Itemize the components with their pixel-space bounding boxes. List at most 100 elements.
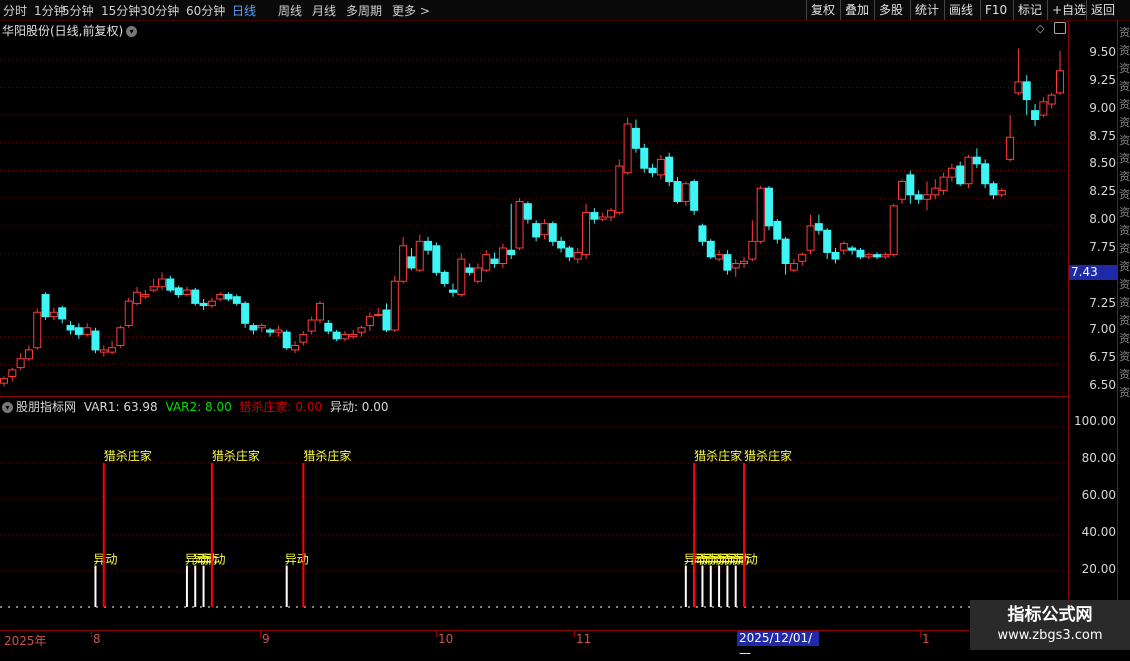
candle-body (415, 240, 424, 271)
side-strip-char: 资 (1119, 206, 1130, 219)
side-strip-char: 资 (1119, 98, 1130, 111)
candle-body (291, 344, 300, 351)
candle-body (133, 291, 142, 304)
candle-body (49, 311, 58, 318)
candle-body (681, 183, 690, 202)
candle-body (623, 123, 632, 174)
candle-body (964, 156, 973, 185)
move-signal-value: 异动: 0.00 (329, 400, 389, 414)
price-tick: 7.00 (1089, 322, 1116, 336)
candle-body (382, 309, 391, 331)
tab-5min[interactable]: 5分钟 (62, 2, 94, 19)
candle-body (898, 181, 907, 200)
candle-body (540, 223, 549, 236)
tab-15min[interactable]: 15分钟 (101, 2, 140, 19)
candle-body (224, 294, 233, 300)
candle-body (482, 254, 491, 271)
watermark-url: www.zbgs3.com (997, 628, 1103, 643)
side-strip-char: 资 (1119, 62, 1130, 75)
candle-body (548, 223, 557, 242)
tab-intraday[interactable]: 分时 (3, 2, 27, 19)
statistics-button[interactable]: 统计 (910, 0, 943, 20)
indicator-chart[interactable]: 异动 异动异动异动 异动 异动异动异动异动异动异动异动猎杀庄家 猎杀庄家 猎杀庄家 猎杀庄家… (0, 397, 1068, 630)
tab-30min[interactable]: 30分钟 (140, 2, 179, 19)
candle-body (740, 260, 749, 265)
candle-body (823, 229, 832, 253)
back-button[interactable]: 返回 (1086, 0, 1119, 20)
candle-body (939, 176, 948, 191)
indicator-tick: 80.00 (1081, 451, 1116, 465)
candle-body (507, 249, 516, 256)
candle-body (889, 205, 898, 256)
candle-body (108, 347, 117, 353)
candle-body (157, 278, 166, 288)
candle-body (922, 194, 931, 200)
candle-body (91, 330, 100, 351)
side-strip-char: 资 (1119, 170, 1130, 183)
candle-body (1056, 70, 1064, 94)
candle-body (282, 331, 291, 349)
candle-body (781, 238, 790, 265)
chevron-down-icon[interactable]: ▾ (2, 402, 13, 413)
candle-body (914, 194, 923, 200)
candlestick-chart[interactable] (0, 20, 1068, 396)
candle-body (241, 302, 250, 324)
candle-body (58, 307, 67, 320)
tab-more[interactable]: 更多 > (392, 2, 430, 19)
candle-body (166, 278, 175, 291)
candle-body (848, 247, 857, 251)
tab-1min[interactable]: 1分钟 (34, 2, 66, 19)
tab-weekly[interactable]: 周线 (278, 2, 302, 19)
candle-body (473, 267, 482, 282)
candle-body (640, 147, 649, 169)
move-signal-label: 异动 (285, 553, 309, 567)
diamond-icon[interactable]: ◇ (1036, 22, 1044, 35)
price-tick: 8.75 (1089, 129, 1116, 143)
side-strip-char: 资 (1119, 242, 1130, 255)
price-tick: 9.50 (1089, 45, 1116, 59)
candle-body (1014, 81, 1023, 94)
candle-body (648, 167, 657, 174)
adjust-button[interactable]: 复权 (806, 0, 839, 20)
mark-button[interactable]: 标记 (1013, 0, 1046, 20)
candle-body (947, 167, 956, 178)
candle-body (399, 245, 408, 282)
candle-body (199, 302, 208, 307)
overlay-button[interactable]: 叠加 (840, 0, 873, 20)
candle-body (274, 329, 283, 333)
candle-body (266, 329, 275, 333)
kill-signal-label: 猎杀庄家 (744, 448, 792, 463)
watermark: 指标公式网 www.zbgs3.com (970, 600, 1130, 650)
candle-body (315, 302, 324, 321)
tab-multi-period[interactable]: 多周期 (346, 2, 382, 19)
multi-stock-button[interactable]: 多股 (874, 0, 907, 20)
side-strip-char: 资 (1119, 116, 1130, 129)
candle-body (465, 267, 474, 273)
candle-body (615, 165, 624, 214)
draw-line-button[interactable]: 画线 (944, 0, 977, 20)
price-tick: 8.25 (1089, 184, 1116, 198)
candle-body (656, 158, 665, 176)
tab-daily[interactable]: 日线 (232, 2, 256, 19)
current-price-tag: 7.43 (1069, 265, 1117, 280)
date-label: 2025年 (4, 634, 47, 648)
chevron-down-icon[interactable]: ▾ (126, 26, 138, 37)
tab-60min[interactable]: 60分钟 (186, 2, 225, 19)
candle-body (665, 156, 674, 183)
indicator-tick: 100.00 (1074, 414, 1116, 428)
candle-body (332, 331, 341, 340)
candle-body (864, 254, 873, 258)
candle-body (116, 327, 125, 346)
indicator-tick: 20.00 (1081, 562, 1116, 576)
candle-body (806, 225, 815, 251)
candle-body (1047, 94, 1056, 105)
f10-button[interactable]: F10 (980, 0, 1011, 20)
add-watchlist-button[interactable]: +自选 (1047, 0, 1090, 20)
date-label: 9 (262, 632, 270, 646)
candle-body (8, 369, 17, 377)
candle-body (598, 216, 607, 220)
candle-body (1022, 81, 1031, 101)
window-toggle-icon[interactable] (1054, 22, 1066, 34)
candle-body (582, 212, 591, 256)
tab-monthly[interactable]: 月线 (312, 2, 336, 19)
